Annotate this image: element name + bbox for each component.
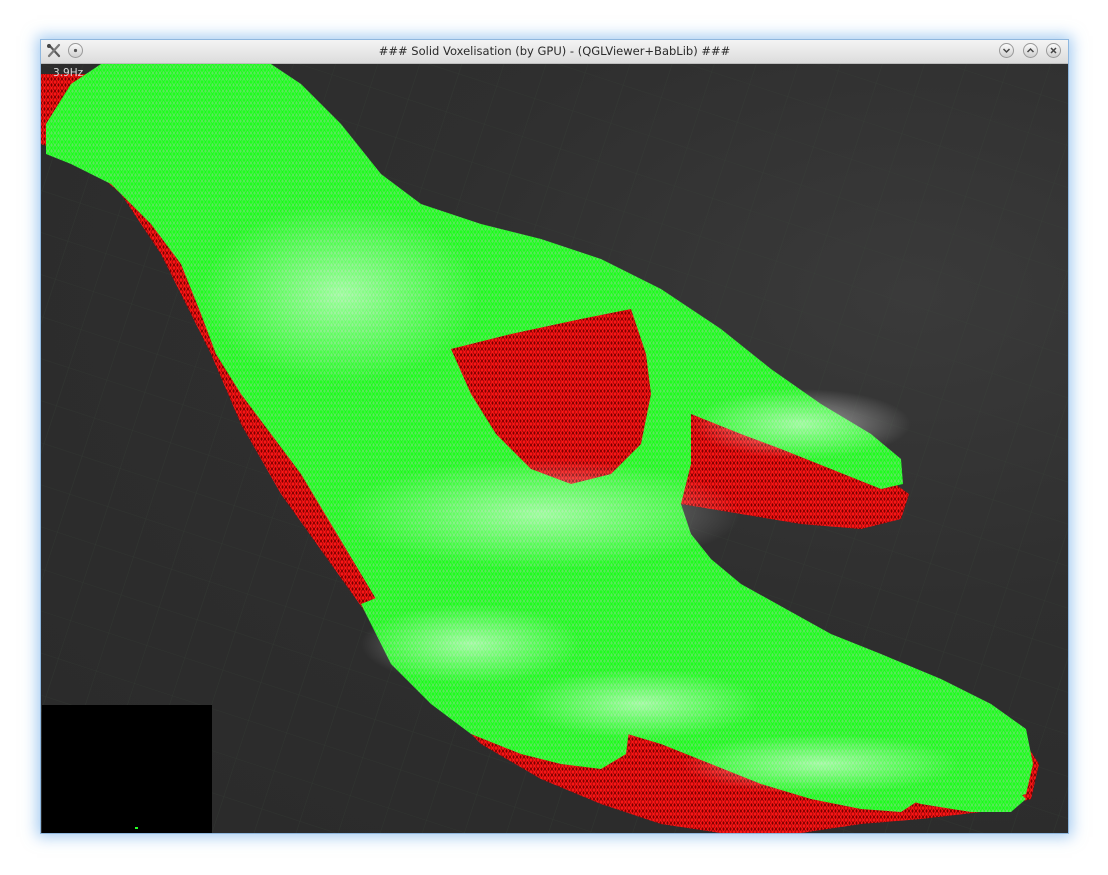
minimap-marker bbox=[135, 827, 138, 829]
close-button[interactable] bbox=[1046, 43, 1061, 58]
maximize-icon bbox=[1026, 47, 1035, 53]
minimize-icon bbox=[1002, 48, 1011, 54]
fps-counter: 3.9Hz bbox=[53, 67, 84, 79]
viewer-window: ### Solid Voxelisation (by GPU) - (QGLVi… bbox=[40, 39, 1069, 834]
close-icon bbox=[1050, 47, 1057, 54]
title-bar[interactable]: ### Solid Voxelisation (by GPU) - (QGLVi… bbox=[41, 40, 1068, 64]
gl-viewport[interactable]: 3.9Hz bbox=[41, 64, 1068, 833]
minimap-panel[interactable] bbox=[42, 705, 212, 833]
window-title: ### Solid Voxelisation (by GPU) - (QGLVi… bbox=[378, 44, 731, 58]
maximize-button[interactable] bbox=[1023, 43, 1038, 58]
minimize-button[interactable] bbox=[999, 43, 1014, 58]
